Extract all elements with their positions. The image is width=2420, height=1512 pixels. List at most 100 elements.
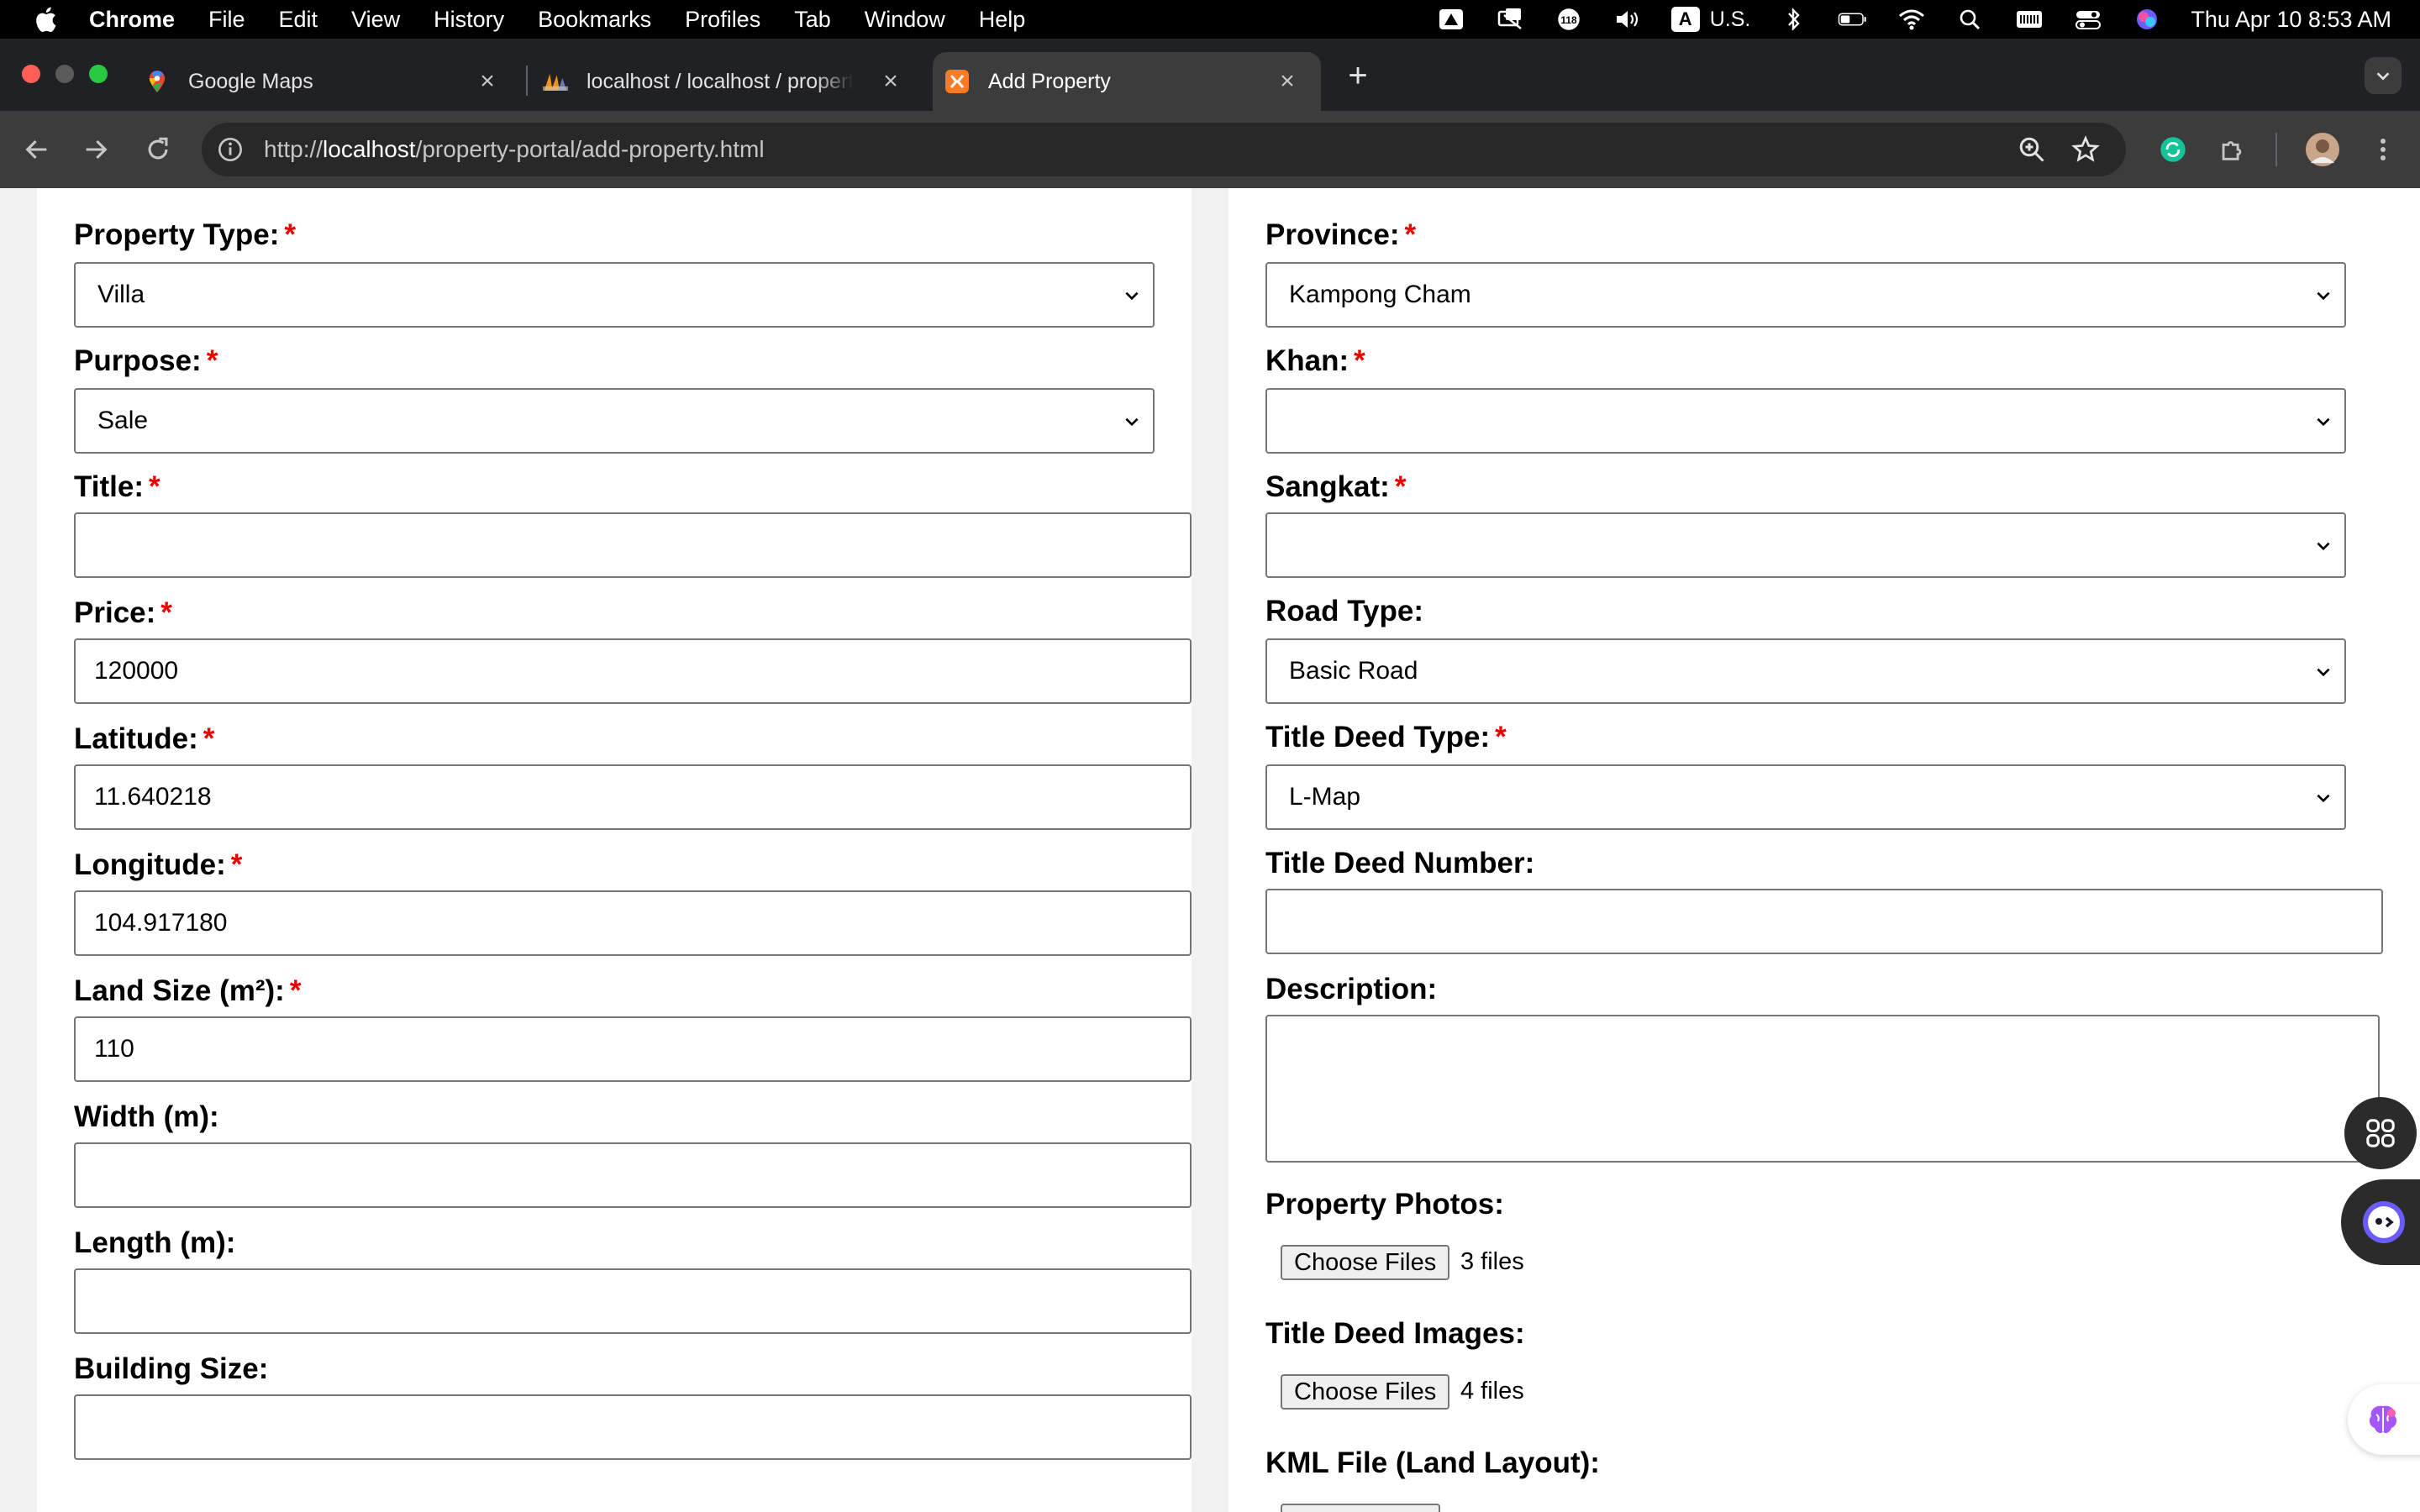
land-size-input[interactable]: 110 (74, 1016, 1192, 1082)
battery-icon[interactable] (1838, 7, 1868, 32)
longitude-value: 104.917180 (94, 909, 228, 937)
notification-badge-icon[interactable]: 118 (1554, 7, 1584, 32)
menu-view[interactable]: View (351, 7, 400, 33)
property-photos-count: 3 files (1460, 1248, 1524, 1275)
chevron-down-icon (1125, 291, 1139, 301)
road-type-select[interactable]: Basic Road (1265, 638, 2346, 704)
province-value: Kampong Cham (1289, 281, 1471, 308)
reload-icon[interactable] (138, 129, 178, 170)
zoom-icon[interactable] (2017, 134, 2047, 165)
property-type-label: Property Type: * (74, 218, 297, 251)
required-marker: * (148, 470, 160, 503)
sangkat-select[interactable] (1265, 512, 2346, 578)
tab-close-icon[interactable]: × (474, 67, 501, 95)
required-marker: * (1404, 218, 1417, 251)
tab-google-maps[interactable]: Google Maps × (126, 52, 521, 111)
forward-arrow-icon[interactable] (76, 129, 116, 170)
siri-icon[interactable] (2132, 7, 2162, 32)
road-type-value: Basic Road (1289, 657, 1418, 685)
back-arrow-icon[interactable] (17, 129, 57, 170)
input-source-icon[interactable]: A (1670, 7, 1700, 32)
kml-file-choose-button[interactable] (1281, 1504, 1440, 1512)
drive-icon[interactable] (1436, 7, 1466, 32)
longitude-input[interactable]: 104.917180 (74, 890, 1192, 956)
title-deed-number-input[interactable] (1265, 889, 2383, 954)
url-host: localhost (323, 136, 416, 162)
apps-grid-floating-button[interactable] (2344, 1097, 2417, 1169)
menu-file[interactable]: File (208, 7, 245, 33)
khan-select[interactable] (1265, 388, 2346, 454)
profile-avatar[interactable] (2306, 133, 2339, 166)
notification-count: 118 (1560, 14, 1577, 26)
menu-window[interactable]: Window (865, 7, 945, 33)
bookmark-star-icon[interactable] (2070, 134, 2101, 165)
screen-mirroring-icon[interactable] (1495, 7, 1525, 32)
building-size-input[interactable] (74, 1394, 1192, 1460)
width-label: Width (m): (74, 1100, 219, 1133)
tab-phpmyadmin[interactable]: localhost / localhost / propert × (529, 52, 924, 111)
bluetooth-icon[interactable] (1779, 7, 1809, 32)
apple-icon[interactable] (34, 6, 57, 33)
menu-tab[interactable]: Tab (794, 7, 831, 33)
menu-clock[interactable]: Thu Apr 10 8:53 AM (2191, 7, 2391, 33)
url-text[interactable]: http://localhost/property-portal/add-pro… (264, 136, 765, 163)
window-zoom-button[interactable] (89, 65, 108, 83)
required-marker: * (160, 596, 172, 629)
menu-app-name[interactable]: Chrome (89, 7, 175, 33)
menu-history[interactable]: History (434, 7, 504, 33)
menu-help[interactable]: Help (979, 7, 1026, 33)
description-textarea[interactable] (1265, 1015, 2380, 1163)
description-label: Description: (1265, 973, 1438, 1005)
province-select[interactable]: Kampong Cham (1265, 262, 2346, 328)
grid-icon (2366, 1119, 2395, 1147)
property-photos-choose-button[interactable]: Choose Files (1281, 1245, 1450, 1280)
extension-sync-icon[interactable] (2156, 133, 2190, 166)
menu-profiles[interactable]: Profiles (685, 7, 760, 33)
title-deed-type-value: L-Map (1289, 783, 1361, 811)
browser-toolbar: http://localhost/property-portal/add-pro… (0, 111, 2420, 188)
length-label: Length (m): (74, 1226, 236, 1259)
length-input[interactable] (74, 1268, 1192, 1334)
land-size-value: 110 (94, 1035, 134, 1063)
menu-bookmarks[interactable]: Bookmarks (538, 7, 651, 33)
price-input[interactable]: 120000 (74, 638, 1192, 704)
control-center-icon[interactable] (2073, 7, 2103, 32)
window-close-button[interactable] (22, 65, 40, 83)
width-input[interactable] (74, 1142, 1192, 1208)
required-marker: * (284, 218, 297, 251)
tab-close-icon[interactable]: × (877, 67, 904, 95)
title-deed-images-count: 4 files (1460, 1378, 1524, 1404)
brain-extension-floating-button[interactable] (2348, 1384, 2420, 1455)
tab-close-icon[interactable]: × (1274, 67, 1301, 95)
required-marker: * (206, 344, 218, 377)
site-info-icon[interactable] (217, 136, 244, 163)
address-bar[interactable]: http://localhost/property-portal/add-pro… (202, 123, 2126, 176)
google-maps-icon (145, 69, 170, 94)
more-menu-icon[interactable] (2366, 133, 2400, 166)
keyboard-icon[interactable] (2014, 7, 2044, 32)
tab-add-property[interactable]: Add Property × (933, 52, 1321, 111)
new-tab-plus-icon[interactable]: + (1339, 57, 1376, 94)
wifi-icon[interactable] (1897, 7, 1927, 32)
spotlight-search-icon[interactable] (1955, 7, 1986, 32)
menu-edit[interactable]: Edit (279, 7, 318, 33)
status-bar: 118 A U.S. Thu Apr 10 8:53 AM (1436, 0, 2391, 39)
assistant-floating-button[interactable] (2341, 1179, 2420, 1265)
tab-search-chevron-icon[interactable] (2365, 57, 2402, 94)
chevron-down-icon (2317, 417, 2330, 427)
required-marker: * (289, 974, 302, 1007)
phpmyadmin-icon (543, 69, 568, 94)
latitude-input[interactable]: 11.640218 (74, 764, 1192, 830)
latitude-value: 11.640218 (94, 783, 212, 811)
title-input[interactable] (74, 512, 1192, 578)
volume-icon[interactable] (1612, 7, 1643, 32)
property-photos-label: Property Photos: (1265, 1188, 1504, 1221)
title-deed-images-choose-button[interactable]: Choose Files (1281, 1374, 1450, 1410)
input-source-label[interactable]: U.S. (1710, 8, 1751, 32)
required-marker: * (1354, 344, 1365, 377)
property-type-select[interactable]: Villa (74, 262, 1155, 328)
purpose-select[interactable]: Sale (74, 388, 1155, 454)
title-deed-type-select[interactable]: L-Map (1265, 764, 2346, 830)
extensions-puzzle-icon[interactable] (2215, 133, 2249, 166)
window-minimize-button[interactable] (55, 65, 74, 83)
